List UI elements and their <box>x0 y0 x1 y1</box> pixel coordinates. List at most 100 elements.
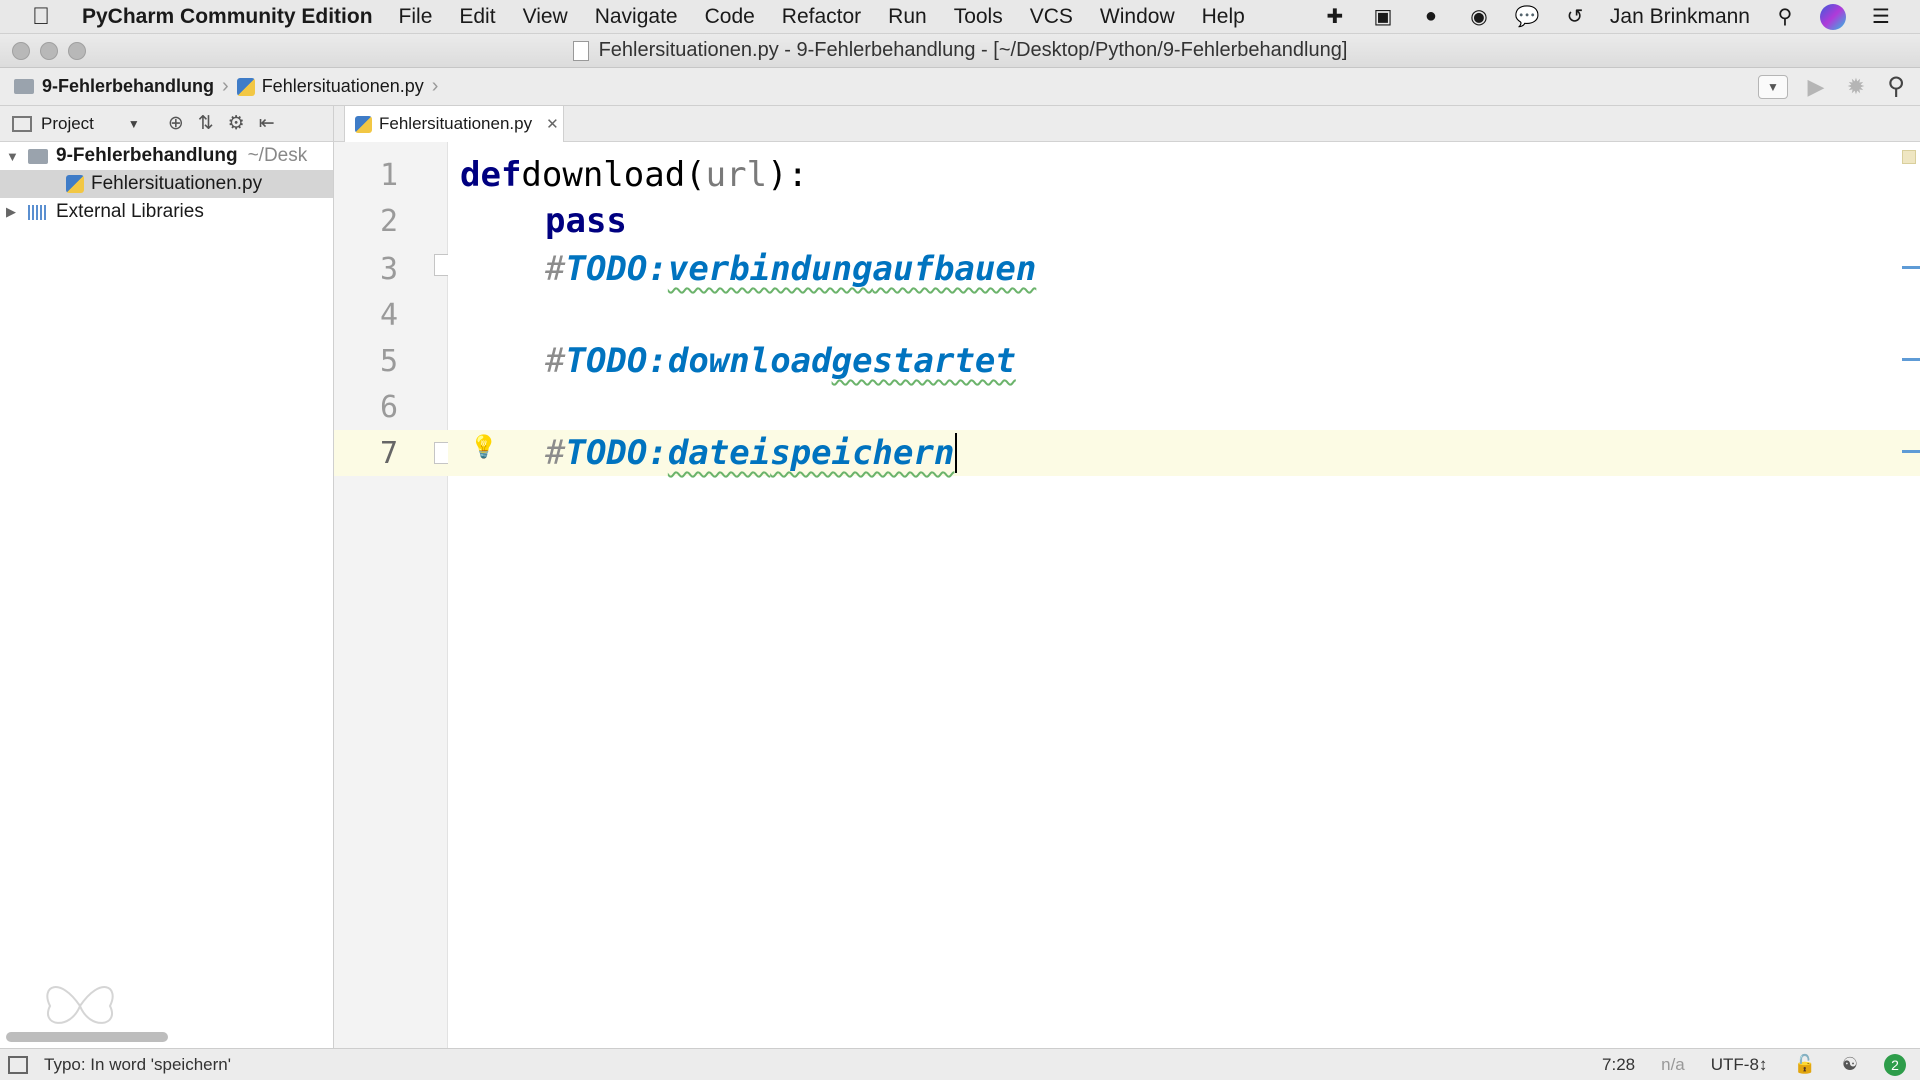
line-number: 5 <box>379 343 398 379</box>
todo-stripe-marker[interactable] <box>1902 266 1920 269</box>
tree-root-label: 9-Fehlerbehandlung <box>56 145 238 166</box>
close-tab-icon[interactable]: ✕ <box>546 115 559 133</box>
todo-text: download <box>667 341 832 381</box>
tree-root-path: ~/Desk <box>247 145 308 166</box>
menubar-status-area: ✚ ▣ ● ◉ 💬 ↺ Jan Brinkmann ⚲ ☰ <box>1322 3 1920 30</box>
code-line-7-current[interactable]: # TODO: datei speichern <box>448 430 1920 476</box>
code-line-2[interactable]: pass <box>448 198 1920 244</box>
todo-text: verbindung <box>667 249 873 289</box>
event-log-badge[interactable]: 2 <box>1884 1053 1906 1076</box>
breadcrumb: 9-Fehlerbehandlung › Fehlersituationen.p… <box>0 75 446 98</box>
python-file-icon <box>66 175 84 193</box>
camera-icon[interactable]: ◉ <box>1466 4 1492 30</box>
todo-marker: TODO: <box>565 433 668 473</box>
menu-help[interactable]: Help <box>1202 5 1245 29</box>
caret-position[interactable]: 7:28 <box>1602 1055 1635 1075</box>
todo-text: speichern <box>770 433 955 473</box>
tree-external-label: External Libraries <box>56 201 204 222</box>
expand-triangle-icon[interactable]: ▼ <box>6 149 19 164</box>
menu-tools[interactable]: Tools <box>954 5 1003 29</box>
code-line-3[interactable]: # TODO: verbindung aufbauen <box>448 246 1920 292</box>
spotlight-search-icon[interactable]: ⚲ <box>1772 4 1798 30</box>
project-toolbar: Project ▼ ⊕ ⇅ ⚙ ⇤ <box>0 106 334 142</box>
signature-end: ): <box>767 155 809 195</box>
debug-icon[interactable]: ✹ <box>1844 74 1868 100</box>
window-title-bar: Fehlersituationen.py - 9-Fehlerbehandlun… <box>0 34 1920 68</box>
line-number: 3 <box>379 251 398 287</box>
line-number: 6 <box>379 389 398 425</box>
scroll-from-source-icon[interactable]: ⊕ <box>168 112 184 135</box>
close-window-button[interactable] <box>12 42 30 60</box>
minimize-window-button[interactable] <box>40 42 58 60</box>
run-configuration-dropdown[interactable]: ▼ <box>1758 74 1788 99</box>
plus-icon[interactable]: ✚ <box>1322 4 1348 30</box>
folder-icon <box>14 79 34 94</box>
todo-text: aufbauen <box>872 249 1037 289</box>
comment-hash: # <box>545 249 566 289</box>
project-view-selector[interactable]: Project <box>41 114 94 134</box>
apple-icon[interactable]:  <box>0 3 82 31</box>
tree-item-file[interactable]: Fehlersituationen.py <box>0 170 333 198</box>
comment-hash: # <box>545 433 566 473</box>
extension-icon[interactable]: ▣ <box>1370 4 1396 30</box>
text-caret <box>955 433 958 473</box>
gear-icon[interactable]: ⚙ <box>228 112 245 135</box>
inspector-icon[interactable]: ☯ <box>1842 1054 1858 1075</box>
window-controls <box>12 42 86 60</box>
editor-gutter[interactable]: 1 2 3 4 5 6 7 <box>334 142 458 1048</box>
chat-bubble-icon[interactable]: 💬 <box>1514 4 1540 30</box>
collapse-triangle-icon[interactable]: ▶ <box>6 204 18 220</box>
menu-refactor[interactable]: Refactor <box>782 5 861 29</box>
status-widgets: 7:28 n/a UTF-8↕ 🔓 ☯ 2 <box>1602 1053 1920 1076</box>
chevron-down-icon[interactable]: ▼ <box>128 117 140 131</box>
menu-run[interactable]: Run <box>888 5 927 29</box>
breadcrumb-file[interactable]: Fehlersituationen.py <box>262 76 424 97</box>
siri-icon[interactable] <box>1820 3 1846 30</box>
library-icon <box>28 204 48 220</box>
menu-edit[interactable]: Edit <box>459 5 495 29</box>
inspection-status-icon[interactable] <box>1902 150 1916 164</box>
project-view-icon <box>12 115 32 132</box>
search-everywhere-icon[interactable]: ⚲ <box>1884 72 1908 101</box>
todo-text: datei <box>667 433 771 473</box>
lock-icon[interactable]: 🔓 <box>1793 1054 1815 1075</box>
zoom-window-button[interactable] <box>68 42 86 60</box>
code-line-1[interactable]: def download(url): <box>448 152 1920 198</box>
leaf-icon[interactable]: ● <box>1418 4 1444 30</box>
tree-item-external-libraries[interactable]: ▶ External Libraries <box>0 198 333 226</box>
notification-center-icon[interactable]: ☰ <box>1868 4 1894 30</box>
tab-fehlersituationen[interactable]: Fehlersituationen.py ✕ <box>344 106 564 142</box>
menu-vcs[interactable]: VCS <box>1030 5 1073 29</box>
menu-navigate[interactable]: Navigate <box>595 5 678 29</box>
chevron-right-icon: › <box>222 75 229 97</box>
lightbulb-icon[interactable]: 💡 <box>470 434 497 460</box>
butterfly-watermark-icon <box>46 986 114 1024</box>
menu-file[interactable]: File <box>399 5 433 29</box>
status-message: Typo: In word 'speichern' <box>44 1054 231 1074</box>
breadcrumb-project[interactable]: 9-Fehlerbehandlung <box>42 76 214 97</box>
app-name-menu[interactable]: PyCharm Community Edition <box>82 5 373 29</box>
collapse-all-icon[interactable]: ⇅ <box>198 112 214 135</box>
tool-windows-icon[interactable] <box>8 1055 28 1074</box>
line-separator[interactable]: n/a <box>1661 1055 1685 1075</box>
navigation-bar: 9-Fehlerbehandlung › Fehlersituationen.p… <box>0 68 1920 106</box>
time-machine-icon[interactable]: ↺ <box>1562 4 1588 30</box>
user-name[interactable]: Jan Brinkmann <box>1610 5 1750 29</box>
menu-code[interactable]: Code <box>705 5 755 29</box>
file-encoding[interactable]: UTF-8↕ <box>1711 1055 1768 1075</box>
menu-bar:  PyCharm Community Edition File Edit Vi… <box>0 0 1920 34</box>
code-line-5[interactable]: # TODO: download gestartet <box>448 338 1920 384</box>
menu-window[interactable]: Window <box>1100 5 1175 29</box>
run-icon[interactable]: ▶ <box>1804 74 1828 100</box>
python-file-icon <box>236 77 255 96</box>
todo-stripe-marker[interactable] <box>1902 358 1920 361</box>
code-editor[interactable]: def download(url): pass # TODO: verbindu… <box>448 142 1920 1048</box>
todo-stripe-marker[interactable] <box>1902 450 1920 453</box>
line-number: 2 <box>379 203 398 239</box>
todo-text: gestartet <box>831 341 1016 381</box>
horizontal-scrollbar[interactable] <box>6 1032 168 1042</box>
hide-panel-icon[interactable]: ⇤ <box>259 112 275 135</box>
keyword-pass: pass <box>545 201 627 241</box>
menu-view[interactable]: View <box>523 5 568 29</box>
tree-item-root[interactable]: ▼ 9-Fehlerbehandlung ~/Desk <box>0 142 333 170</box>
